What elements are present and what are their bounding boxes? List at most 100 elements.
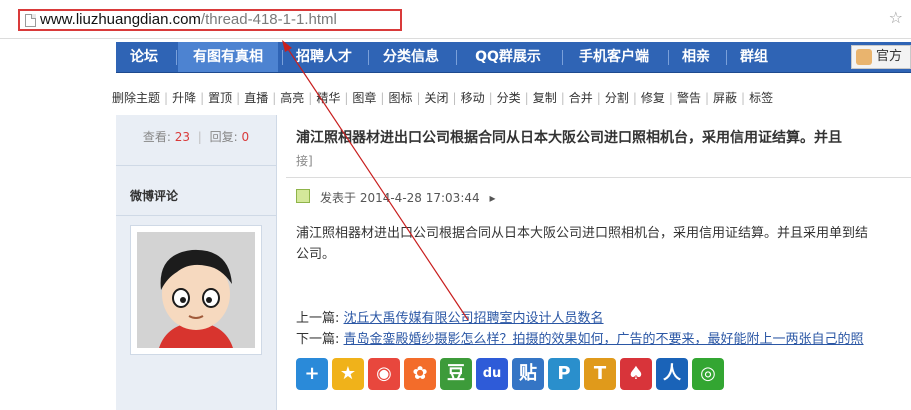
moderation-action[interactable]: 复制 <box>533 88 557 108</box>
moderation-divider: | <box>741 91 746 105</box>
bookmark-star-icon[interactable]: ☆ <box>889 8 903 27</box>
post-content: 浦江照相器材进出口公司根据合同从日本大阪公司进口照相机台，采用信用证结算。并且 … <box>286 115 911 410</box>
replies-label: 回复: <box>209 130 238 144</box>
nav-item-qq-groups[interactable]: QQ群展示 <box>458 42 558 72</box>
nav-item-dating[interactable]: 相亲 <box>670 42 722 72</box>
thread-subtitle: 接] <box>296 154 313 168</box>
moderation-action[interactable]: 直播 <box>244 88 268 108</box>
thread-title: 浦江照相器材进出口公司根据合同从日本大阪公司进口照相机台，采用信用证结算。并且 <box>296 130 842 146</box>
url-path: /thread-418-1-1.html <box>200 11 337 28</box>
next-thread-link[interactable]: 青岛金銮殿婚纱摄影怎么样？拍摄的效果如何，广告的不要来，最好能附上一两张自己的照 <box>344 332 864 347</box>
kaixin-icon[interactable]: ♠ <box>620 358 652 390</box>
moderation-divider: | <box>668 91 673 105</box>
wechat-icon[interactable]: ◎ <box>692 358 724 390</box>
sidebar-divider <box>116 215 276 216</box>
moderation-divider: | <box>596 91 601 105</box>
moderation-divider: | <box>560 91 565 105</box>
url-text: www.liuzhuangdian.com/thread-418-1-1.htm… <box>40 11 337 29</box>
moderation-action[interactable]: 分割 <box>605 88 629 108</box>
avatar[interactable] <box>137 232 255 348</box>
post-meta: 发表于 2014-4-28 17:03:44 ▸ <box>320 189 496 206</box>
official-label: 官方 <box>876 49 903 64</box>
moderation-divider: | <box>380 91 385 105</box>
tianya-icon[interactable]: T <box>584 358 616 390</box>
page-icon <box>25 14 36 27</box>
moderation-action[interactable]: 分类 <box>497 88 521 108</box>
online-status-icon <box>296 189 310 203</box>
content-divider <box>286 177 911 178</box>
nav-divider <box>726 50 727 65</box>
nav-item-classifieds[interactable]: 分类信息 <box>370 42 452 72</box>
prev-thread-link[interactable]: 沈丘大禹传媒有限公司招聘室内设计人员数名 <box>344 311 604 326</box>
browser-address-bar: www.liuzhuangdian.com/thread-418-1-1.htm… <box>0 0 911 39</box>
moderation-action[interactable]: 警告 <box>677 88 701 108</box>
moderation-divider: | <box>308 91 313 105</box>
moderation-action[interactable]: 合并 <box>569 88 593 108</box>
views-count: 23 <box>174 130 190 144</box>
moderation-divider: | <box>416 91 421 105</box>
post-body-line: 公司。 <box>296 247 336 262</box>
nav-item-photos[interactable]: 有图有真相 <box>178 42 278 72</box>
moderation-action[interactable]: 修复 <box>641 88 665 108</box>
moderation-divider: | <box>704 91 709 105</box>
nav-item-jobs[interactable]: 招聘人才 <box>284 42 364 72</box>
nav-divider <box>668 50 669 65</box>
moderation-divider: | <box>632 91 637 105</box>
renren-social-icon[interactable]: P <box>548 358 580 390</box>
prev-next-links: 上一篇: 沈丘大禹传媒有限公司招聘室内设计人员数名 下一篇: 青岛金銮殿婚纱摄影… <box>296 308 864 350</box>
douban-icon[interactable]: 豆 <box>440 358 472 390</box>
moderation-action[interactable]: 移动 <box>461 88 485 108</box>
prev-label: 上一篇: <box>296 311 340 326</box>
moderation-action[interactable]: 图章 <box>352 88 376 108</box>
url-host: www.liuzhuangdian.com <box>40 11 201 28</box>
post-body: 浦江照相器材进出口公司根据合同从日本大阪公司进口照相机台，采用信用证结算。并且采… <box>296 223 911 265</box>
moderation-action[interactable]: 图标 <box>388 88 412 108</box>
main-nav: 论坛 有图有真相 招聘人才 分类信息 QQ群展示 手机客户端 相亲 群组 官方 <box>116 42 911 73</box>
weibo-comments-title: 微博评论 <box>130 189 179 203</box>
official-button[interactable]: 官方 <box>851 45 911 69</box>
url-field[interactable]: www.liuzhuangdian.com/thread-418-1-1.htm… <box>18 9 402 31</box>
nav-divider <box>282 50 283 65</box>
moderation-action[interactable]: 关闭 <box>425 88 449 108</box>
thread-stats: 查看: 23 | 回复: 0 <box>116 115 276 166</box>
moderation-divider: | <box>272 91 277 105</box>
moderation-action[interactable]: 屏蔽 <box>713 88 737 108</box>
moderation-action[interactable]: 高亮 <box>280 88 304 108</box>
avatar-frame <box>130 225 262 355</box>
nav-divider <box>368 50 369 65</box>
nav-item-groups[interactable]: 群组 <box>728 42 780 72</box>
moderation-toolbar: 删除主题 | 升降 | 置顶 | 直播 | 高亮 | 精华 | 图章 | 图标 | 关闭 | 移动 | 分类 | 复制 | 合并… <box>112 88 773 108</box>
weibo-icon[interactable]: ◉ <box>368 358 400 390</box>
moderation-action[interactable]: 精华 <box>316 88 340 108</box>
views-label: 查看: <box>142 130 171 144</box>
moderation-divider: | <box>524 91 529 105</box>
moderation-divider: | <box>164 91 169 105</box>
baidu-icon[interactable]: du <box>476 358 508 390</box>
post-body-line: 浦江照相器材进出口公司根据合同从日本大阪公司进口照相机台，采用信用证结算。并且采… <box>296 226 869 241</box>
replies-count: 0 <box>241 130 250 144</box>
post-sidebar: 查看: 23 | 回复: 0 微博评论 <box>116 115 277 410</box>
moderation-action[interactable]: 升降 <box>172 88 196 108</box>
qzone-icon[interactable]: ★ <box>332 358 364 390</box>
moderation-action[interactable]: 标签 <box>749 88 773 108</box>
nav-divider <box>176 50 177 65</box>
renren-icon[interactable]: 人 <box>656 358 688 390</box>
moderation-divider: | <box>344 91 349 105</box>
tieba-icon[interactable]: 贴 <box>512 358 544 390</box>
moderation-divider: | <box>488 91 493 105</box>
avatar-cartoon-boy <box>137 232 255 348</box>
moderation-action[interactable]: 删除主题 <box>112 88 160 108</box>
qq-icon <box>856 49 872 65</box>
plus-share-icon[interactable]: + <box>296 358 328 390</box>
post-date: 发表于 2014-4-28 17:03:44 <box>320 191 480 205</box>
nav-item-mobile-client[interactable]: 手机客户端 <box>564 42 664 72</box>
nav-divider <box>456 50 457 65</box>
next-label: 下一篇: <box>296 332 340 347</box>
moderation-divider: | <box>200 91 205 105</box>
moderation-action[interactable]: 置顶 <box>208 88 232 108</box>
moderation-divider: | <box>452 91 457 105</box>
expand-arrow-icon[interactable]: ▸ <box>489 191 495 205</box>
moderation-divider: | <box>236 91 241 105</box>
nav-item-forum[interactable]: 论坛 <box>116 42 172 72</box>
pengyou-icon[interactable]: ✿ <box>404 358 436 390</box>
